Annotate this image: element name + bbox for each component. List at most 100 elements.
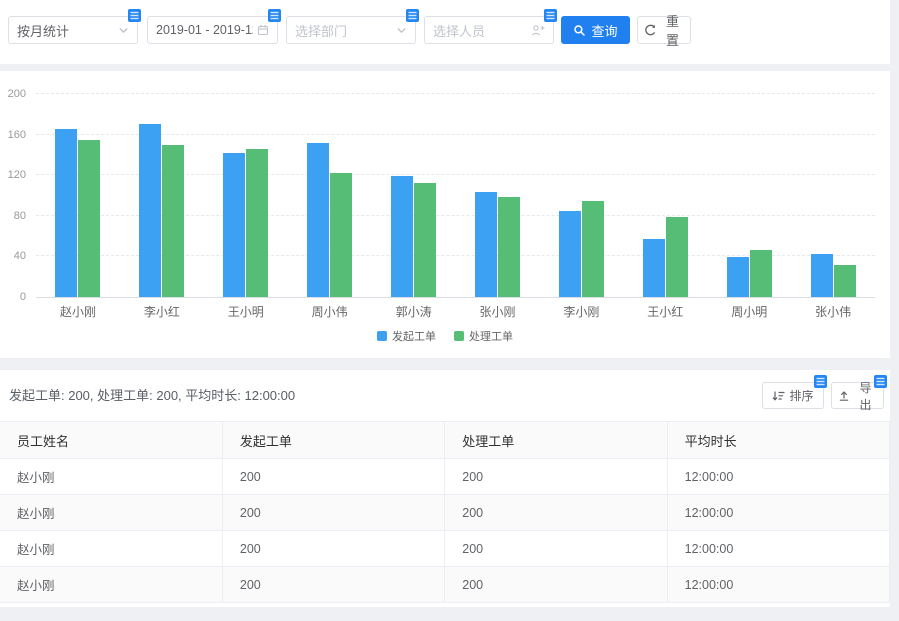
person-input[interactable]: 选择人员 [424, 16, 554, 44]
bar-发起工单 [811, 254, 833, 297]
table-cell: 12:00:00 [667, 531, 889, 567]
legend-item[interactable]: 发起工单 [377, 328, 436, 344]
legend-swatch-icon [454, 331, 464, 341]
x-axis-label: 王小红 [623, 303, 707, 320]
x-axis-label: 张小伟 [791, 303, 875, 320]
department-select[interactable]: 选择部门 [286, 16, 416, 44]
table-cell: 12:00:00 [667, 459, 889, 495]
table-cell: 200 [445, 495, 667, 531]
table-cell: 200 [445, 531, 667, 567]
x-axis-label: 李小红 [120, 303, 204, 320]
x-axis-label: 张小刚 [456, 303, 540, 320]
upload-icon [838, 390, 850, 402]
chart-category-slot: 王小明 [204, 94, 288, 297]
bar-发起工单 [223, 153, 245, 297]
bar-发起工单 [559, 211, 581, 297]
chart-y-axis: 04080120160200 [0, 94, 29, 297]
y-axis-tick: 40 [0, 250, 26, 262]
search-icon [573, 24, 586, 37]
chart-category-slot: 张小刚 [456, 94, 540, 297]
chevron-down-icon [118, 25, 129, 36]
table-cell: 赵小刚 [0, 459, 222, 495]
y-axis-tick: 200 [0, 88, 26, 100]
column-header: 处理工单 [445, 422, 667, 459]
chart-category-slot: 郭小涛 [372, 94, 456, 297]
chart-plot: 赵小刚李小红王小明周小伟郭小涛张小刚李小刚王小红周小明张小伟 [36, 94, 875, 298]
bar-处理工单 [582, 201, 604, 297]
table-cell: 200 [222, 531, 444, 567]
sort-amount-icon [772, 390, 785, 402]
chart-category-slot: 李小红 [120, 94, 204, 297]
table-cell: 赵小刚 [0, 531, 222, 567]
table-cell: 200 [222, 567, 444, 603]
x-axis-label: 赵小刚 [36, 303, 120, 320]
bar-处理工单 [498, 197, 520, 297]
table-cell: 12:00:00 [667, 495, 889, 531]
data-table: 员工姓名发起工单处理工单平均时长 赵小刚20020012:00:00赵小刚200… [0, 421, 890, 603]
bar-发起工单 [643, 239, 665, 297]
date-range-input[interactable]: 2019-01 - 2019-12 [147, 16, 278, 44]
calendar-icon [257, 24, 269, 36]
bar-发起工单 [307, 143, 329, 297]
table-cell: 200 [445, 459, 667, 495]
chart-category-slot: 张小伟 [791, 94, 875, 297]
bar-发起工单 [475, 192, 497, 297]
legend-label: 发起工单 [392, 328, 436, 344]
chart-category-slot: 周小明 [707, 94, 791, 297]
legend-label: 处理工单 [469, 328, 513, 344]
table-cell: 赵小刚 [0, 495, 222, 531]
bar-发起工单 [139, 124, 161, 297]
bar-处理工单 [330, 173, 352, 297]
bar-处理工单 [750, 250, 772, 297]
table-row: 赵小刚20020012:00:00 [0, 567, 890, 603]
chart-card: 04080120160200 赵小刚李小红王小明周小伟郭小涛张小刚李小刚王小红周… [0, 71, 890, 358]
table-cell: 赵小刚 [0, 567, 222, 603]
table-header: 员工姓名发起工单处理工单平均时长 [0, 422, 890, 459]
sort-button[interactable]: 排序 [762, 382, 824, 409]
column-header: 员工姓名 [0, 422, 222, 459]
date-range-value: 2019-01 - 2019-12 [156, 23, 253, 37]
refresh-icon [644, 24, 656, 36]
table-cell: 200 [445, 567, 667, 603]
period-select-value: 按月统计 [17, 21, 114, 40]
column-header: 发起工单 [222, 422, 444, 459]
person-add-icon [531, 24, 545, 36]
summary-text: 发起工单: 200, 处理工单: 200, 平均时长: 12:00:00 [9, 385, 295, 404]
x-axis-label: 周小明 [707, 303, 791, 320]
table-row: 赵小刚20020012:00:00 [0, 495, 890, 531]
annotation-badge[interactable] [128, 9, 141, 22]
bar-处理工单 [78, 140, 100, 297]
annotation-badge[interactable] [406, 9, 419, 22]
export-button[interactable]: 导出 [831, 382, 884, 409]
bar-处理工单 [162, 145, 184, 297]
bar-处理工单 [246, 149, 268, 297]
table-cell: 200 [222, 495, 444, 531]
column-header: 平均时长 [667, 422, 889, 459]
bar-处理工单 [666, 217, 688, 297]
table-cell: 12:00:00 [667, 567, 889, 603]
sort-button-label: 排序 [789, 387, 813, 404]
chevron-down-icon [396, 25, 407, 36]
reset-button[interactable]: 重置 [637, 16, 691, 44]
y-axis-tick: 120 [0, 169, 26, 181]
bar-处理工单 [834, 265, 856, 297]
chart-category-slot: 李小刚 [539, 94, 623, 297]
x-axis-label: 周小伟 [288, 303, 372, 320]
annotation-badge[interactable] [814, 375, 827, 388]
table-body: 赵小刚20020012:00:00赵小刚20020012:00:00赵小刚200… [0, 459, 890, 603]
table-row: 赵小刚20020012:00:00 [0, 459, 890, 495]
legend-item[interactable]: 处理工单 [454, 328, 513, 344]
table-card: 发起工单: 200, 处理工单: 200, 平均时长: 12:00:00 排序 … [0, 370, 890, 607]
query-button[interactable]: 查询 [561, 16, 630, 44]
person-input-placeholder: 选择人员 [433, 21, 527, 40]
x-axis-label: 李小刚 [539, 303, 623, 320]
period-select[interactable]: 按月统计 [8, 16, 138, 44]
y-axis-tick: 0 [0, 291, 26, 303]
reset-button-label: 重置 [661, 11, 684, 49]
bar-处理工单 [414, 183, 436, 297]
table-row: 赵小刚20020012:00:00 [0, 531, 890, 567]
annotation-badge[interactable] [544, 9, 557, 22]
annotation-badge[interactable] [874, 375, 887, 388]
annotation-badge[interactable] [268, 9, 281, 22]
query-button-label: 查询 [591, 21, 617, 40]
